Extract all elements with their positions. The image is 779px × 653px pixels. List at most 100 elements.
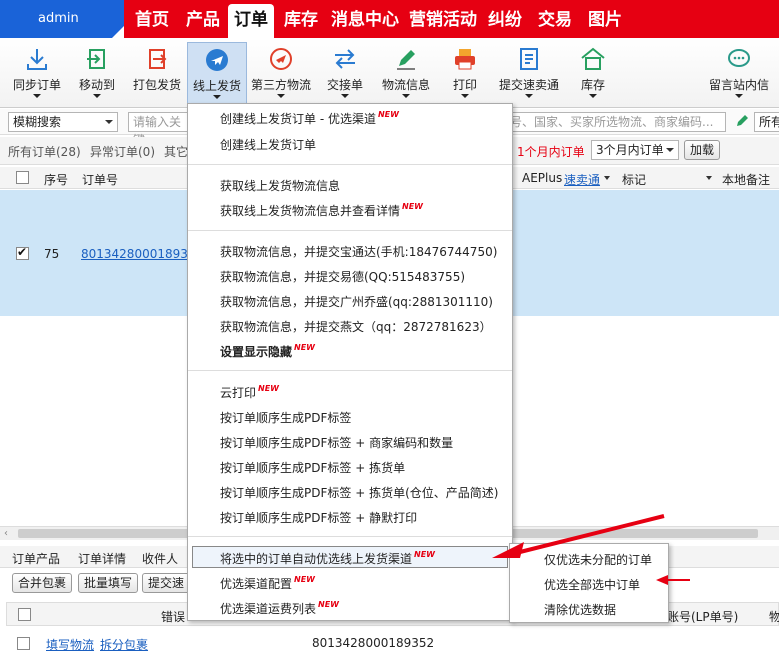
menu-divider [188, 164, 512, 165]
col-seq: 序号 [44, 173, 69, 187]
nav-disputes[interactable]: 纠纷 [484, 4, 526, 38]
submit-aliexpress-small-button[interactable]: 提交速卖 [142, 573, 190, 593]
sort-caret-icon[interactable] [604, 176, 610, 180]
menu-submit-baotongda[interactable]: 获取物流信息，并提交宝通达(手机:18476744750) [220, 243, 497, 260]
menu-get-logistics[interactable]: 获取线上发货物流信息 [220, 177, 340, 194]
col-aliexpress-link[interactable]: 速卖通 [564, 171, 600, 188]
load-button[interactable]: 加载 [684, 140, 721, 160]
row-order-link[interactable]: 801342800018935 [81, 247, 196, 261]
nav-messages[interactable]: 消息中心 [328, 4, 402, 38]
fill-logistics-link[interactable]: 填写物流 [46, 636, 94, 653]
document-icon [520, 48, 538, 70]
logistics-info-button[interactable]: 物流信息 [378, 42, 434, 104]
nav-products[interactable]: 产品 [182, 4, 224, 38]
merge-package-button[interactable]: 合并包裹 [12, 573, 73, 593]
menu-preferred-channel-fees[interactable]: 优选渠道运费列表 NEW [220, 600, 339, 617]
menu-auto-preferred-channel[interactable]: 将选中的订单自动优选线上发货渠道 NEW [220, 550, 435, 567]
select-all-checkbox[interactable] [16, 171, 29, 184]
menu-divider [188, 536, 512, 537]
nav-transactions[interactable]: 交易 [534, 4, 576, 38]
online-shipping-button[interactable]: 线上发货 [187, 42, 247, 104]
menu-pdf-labels-picklist[interactable]: 按订单顺序生成PDF标签 + 拣货单 [220, 459, 405, 476]
dropdown-caret-icon [735, 94, 743, 98]
nav-inventory[interactable]: 库存 [280, 4, 322, 38]
menu-divider [188, 230, 512, 231]
sync-orders-button[interactable]: 同步订单 [8, 42, 66, 104]
move-to-button[interactable]: 移动到 [72, 42, 122, 104]
messages-button[interactable]: 留言站内信 [706, 42, 772, 104]
menu-preferred-channel-config[interactable]: 优选渠道配置 NEW [220, 575, 315, 592]
row-checkbox[interactable] [16, 245, 29, 260]
menu-pdf-labels[interactable]: 按订单顺序生成PDF标签 [220, 409, 351, 426]
nav-home[interactable]: 首页 [132, 4, 172, 38]
menu-submit-yide[interactable]: 获取物流信息，并提交易德(QQ:515483755) [220, 268, 465, 285]
search-mode-select[interactable]: 模糊搜索 [8, 112, 118, 132]
new-badge: NEW [294, 575, 315, 584]
dropdown-caret-icon [277, 94, 285, 98]
col-more: 物 [769, 610, 779, 624]
col-error: 错误 [161, 610, 186, 624]
submenu-all-selected[interactable]: 优选全部选中订单 [544, 576, 640, 593]
new-badge: NEW [402, 202, 423, 211]
corner-triangle-icon [112, 26, 124, 38]
sort-caret-icon[interactable] [706, 176, 712, 180]
export-icon [149, 49, 167, 69]
plane-circle-icon [270, 48, 292, 70]
dropdown-caret-icon [589, 94, 597, 98]
menu-get-logistics-detail[interactable]: 获取线上发货物流信息并查看详情 NEW [220, 202, 423, 219]
menu-show-hide-settings[interactable]: 设置显示隐藏 NEW [220, 343, 315, 360]
period-label[interactable]: 1个月内订单 [517, 143, 585, 160]
tab-order-products[interactable]: 订单产品 [12, 550, 60, 567]
menu-cloud-print[interactable]: 云打印 NEW [220, 384, 279, 401]
annotation-arrow-icon [656, 575, 690, 585]
submenu-clear-data[interactable]: 清除优选数据 [544, 601, 616, 618]
nav-images[interactable]: 图片 [584, 4, 626, 38]
keyword-hint: 号、国家、买家所选物流、商家编码... [508, 112, 726, 132]
exchange-icon [335, 49, 355, 69]
period-select[interactable]: 3个月内订单 [591, 140, 679, 160]
chevron-down-icon [666, 148, 674, 152]
bottom-select-all-checkbox[interactable] [18, 608, 31, 621]
tab-abnormal-orders[interactable]: 异常订单(0) [90, 143, 155, 160]
tab-all-orders[interactable]: 所有订单(28) [8, 143, 81, 160]
new-badge: NEW [377, 110, 399, 119]
print-button[interactable]: 打印 [446, 42, 484, 104]
split-package-link[interactable]: 拆分包裹 [100, 636, 148, 653]
col-aeplus: AEPlus [522, 171, 563, 185]
nav-marketing[interactable]: 营销活动 [405, 4, 481, 38]
user-menu[interactable]: admin [0, 0, 124, 38]
tab-order-details[interactable]: 订单详情 [78, 550, 126, 567]
dropdown-caret-icon [33, 94, 41, 98]
row-seq: 75 [44, 247, 60, 261]
menu-pdf-labels-sku[interactable]: 按订单顺序生成PDF标签 + 商家编码和数量 [220, 434, 453, 451]
right-option-select[interactable]: 所有 [754, 112, 779, 132]
tab-other[interactable]: 其它 [164, 143, 188, 160]
handover-button[interactable]: 交接单 [322, 42, 368, 104]
third-party-logistics-button[interactable]: 第三方物流 [250, 42, 312, 104]
nav-orders[interactable]: 订单 [228, 4, 274, 38]
move-icon [87, 49, 105, 69]
keyword-input[interactable]: 请输入关键 [128, 112, 190, 147]
pack-ship-button[interactable]: 打包发货 [128, 42, 186, 104]
batch-fill-button[interactable]: 批量填写 [78, 573, 139, 593]
menu-pdf-labels-silent-print[interactable]: 按订单顺序生成PDF标签 + 静默打印 [220, 509, 417, 526]
submit-aliexpress-button[interactable]: 提交速卖通 [497, 42, 561, 104]
scroll-left-icon[interactable]: ‹ [4, 528, 8, 539]
menu-create-order[interactable]: 创建线上发货订单 [220, 136, 316, 153]
edit-icon[interactable] [734, 113, 750, 129]
inventory-button[interactable]: 库存 [576, 42, 610, 104]
menu-create-order-preferred[interactable]: 创建线上发货订单 - 优选渠道 NEW [220, 110, 399, 127]
menu-pdf-labels-picklist-location[interactable]: 按订单顺序生成PDF标签 + 拣货单(仓位、产品简述) [220, 484, 498, 501]
menu-submit-qiaosheng[interactable]: 获取物流信息，并提交广州乔盛(qq:2881301110) [220, 293, 493, 310]
menu-submit-yanwen[interactable]: 获取物流信息，并提交燕文（qq：2872781623） [220, 318, 492, 335]
bottom-row-checkbox[interactable] [17, 637, 30, 650]
tab-recipient[interactable]: 收件人 [142, 550, 178, 567]
new-badge: NEW [258, 384, 279, 393]
dropdown-caret-icon [213, 95, 221, 99]
download-icon [27, 49, 47, 70]
menu-divider [188, 370, 512, 371]
top-nav-bar: admin 首页 产品 订单 库存 消息中心 营销活动 纠纷 交易 图片 [0, 0, 779, 38]
online-shipping-menu: 创建线上发货订单 - 优选渠道 NEW 创建线上发货订单 获取线上发货物流信息 获… [187, 103, 513, 621]
dropdown-caret-icon [402, 94, 410, 98]
bottom-order-no: 8013428000189352 [312, 636, 435, 650]
